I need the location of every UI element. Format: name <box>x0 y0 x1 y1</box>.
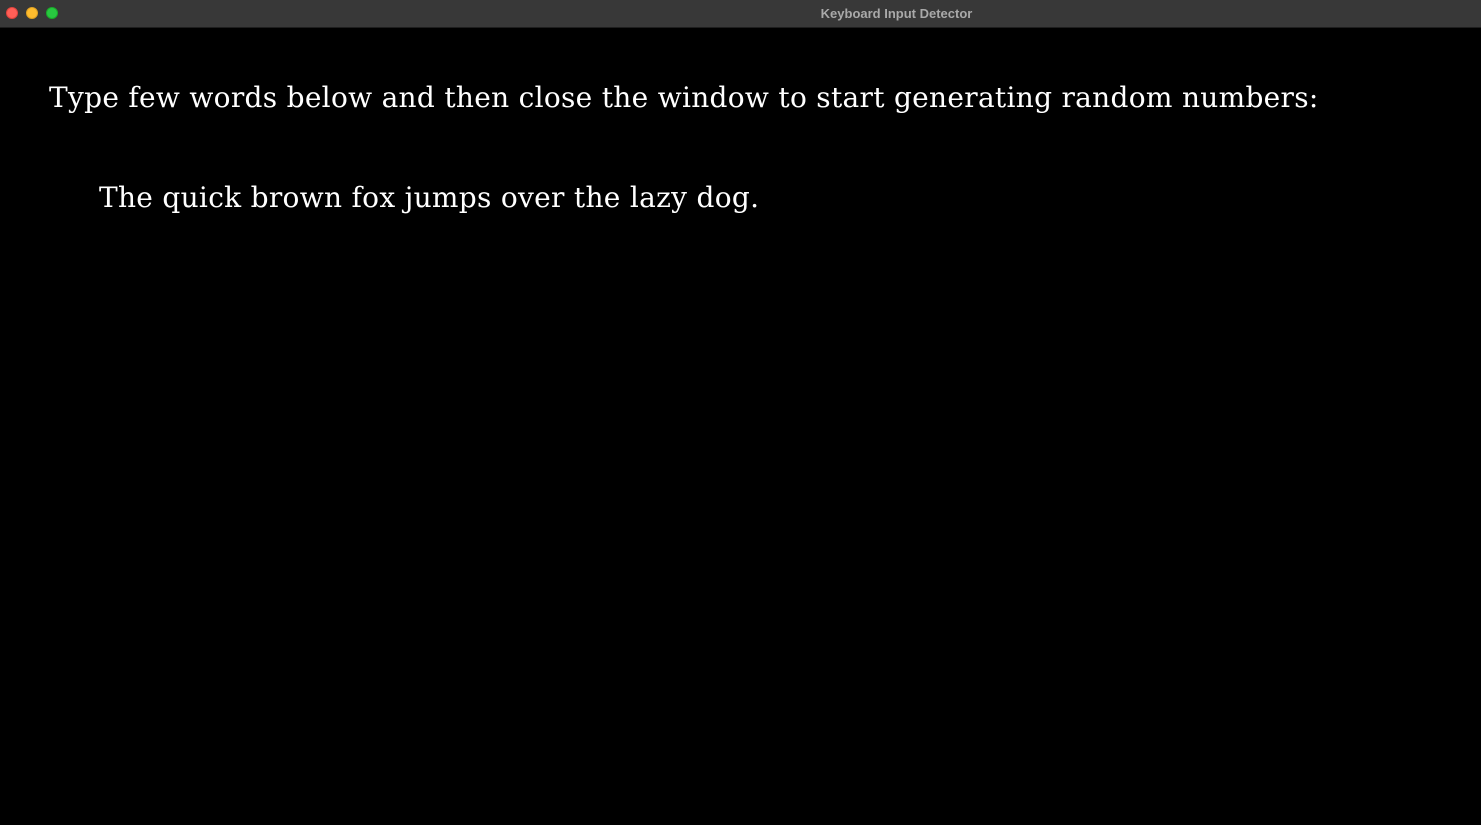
window-title: Keyboard Input Detector <box>820 6 973 21</box>
title-bar[interactable]: Keyboard Input Detector <box>0 0 1481 28</box>
main-content: Type few words below and then close the … <box>0 28 1481 825</box>
text-input-area[interactable]: The quick brown fox jumps over the lazy … <box>99 178 759 218</box>
instruction-text: Type few words below and then close the … <box>49 81 1319 114</box>
app-window: Keyboard Input Detector Type few words b… <box>0 0 1481 825</box>
